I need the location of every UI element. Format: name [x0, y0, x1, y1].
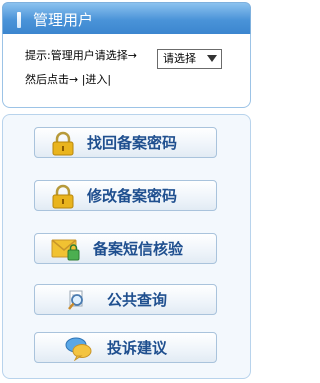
envelope-lock-icon	[51, 239, 80, 261]
step-text: 然后点击→	[25, 73, 79, 86]
header-accent-bar	[17, 12, 21, 28]
sms-verification-button[interactable]: 备案短信核验	[34, 233, 217, 264]
lock-icon	[52, 131, 74, 156]
lock-icon	[52, 184, 74, 209]
menu-item-label: 找回备案密码	[87, 134, 178, 152]
user-role-select[interactable]: 请选择	[157, 49, 222, 69]
chevron-down-icon	[207, 55, 217, 62]
change-password-button[interactable]: 修改备案密码	[34, 180, 217, 211]
retrieve-password-button[interactable]: 找回备案密码	[34, 127, 217, 158]
hint-text: 提示:管理用户请选择→	[25, 49, 137, 62]
menu-item-label: 投诉建议	[107, 339, 168, 357]
complaint-suggestion-button[interactable]: 投诉建议	[34, 332, 217, 363]
enter-link[interactable]: |进入|	[82, 73, 111, 86]
panel-header: 管理用户	[2, 2, 251, 35]
panel-title: 管理用户	[33, 11, 94, 29]
menu-item-label: 修改备案密码	[87, 187, 178, 205]
chat-bubbles-icon	[65, 337, 92, 361]
magnifier-icon	[68, 290, 83, 310]
admin-login-panel: 提示:管理用户请选择→ 然后点击→ |进入|	[2, 34, 251, 108]
public-query-button[interactable]: 公共查询	[34, 284, 217, 315]
step-row: 然后点击→ |进入|	[25, 73, 111, 87]
role-select-value: 请选择	[163, 52, 196, 65]
menu-item-label: 公共查询	[107, 291, 168, 309]
menu-item-label: 备案短信核验	[93, 240, 184, 258]
